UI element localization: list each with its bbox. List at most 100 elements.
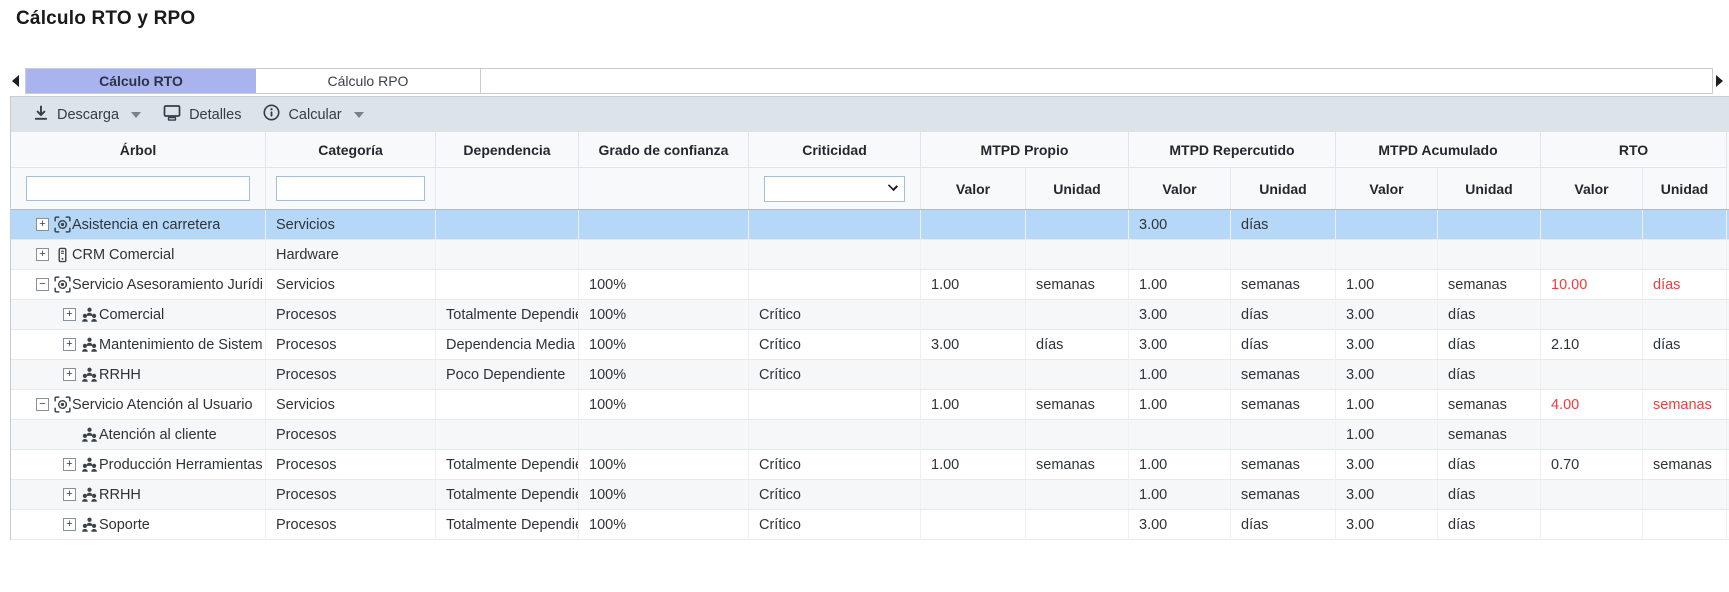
cell-criticidad: Crítico: [749, 480, 921, 509]
table-row[interactable]: +Asistencia en carreteraServicios3.00día…: [11, 210, 1729, 240]
expand-icon[interactable]: +: [36, 248, 49, 261]
cell-mtpd-repercutido-valor: 1.00: [1129, 270, 1231, 299]
tree-cell: +Producción Herramientas: [11, 450, 266, 479]
cell-mtpd-propio-unidad: [1026, 360, 1129, 389]
col-group-rto: RTO: [1541, 132, 1727, 168]
cell-mtpd-propio-unidad: [1026, 510, 1129, 539]
tree-cell: −Servicio Atención al Usuario: [11, 390, 266, 419]
expand-icon[interactable]: +: [36, 218, 49, 231]
collapse-icon[interactable]: −: [36, 278, 49, 291]
tree-node-label: Atención al cliente: [99, 427, 217, 443]
cell-mtpd-propio-valor: 1.00: [921, 270, 1026, 299]
table-row[interactable]: +Producción HerramientasProcesosTotalmen…: [11, 450, 1729, 480]
monitor-icon: [163, 104, 181, 125]
detalles-button[interactable]: Detalles: [155, 100, 249, 129]
cell-mtpd-propio-valor: [921, 240, 1026, 269]
categoria-filter-input[interactable]: [276, 176, 425, 201]
filter-cell-arbol: [11, 168, 266, 209]
cell-mtpd-repercutido-unidad: semanas: [1231, 360, 1336, 389]
cell-grado-confianza: [579, 240, 749, 269]
subheader-acum-unidad: Unidad: [1438, 168, 1541, 209]
cell-mtpd-acumulado-unidad: días: [1438, 450, 1541, 479]
cell-dependencia: [436, 210, 579, 239]
subheader-propio-unidad: Unidad: [1026, 168, 1129, 209]
cell-grado-confianza: 100%: [579, 300, 749, 329]
cell-rto-unidad: [1643, 420, 1727, 449]
table-row[interactable]: +Atención al clienteProcesos1.00semanas: [11, 420, 1729, 450]
col-header-arbol[interactable]: Árbol: [11, 132, 266, 168]
cell-grado-confianza: 100%: [579, 360, 749, 389]
table-row[interactable]: −Servicio Asesoramiento JurídicoServicio…: [11, 270, 1729, 300]
tree-node-label: Comercial: [99, 307, 164, 323]
cell-categoria: Procesos: [266, 300, 436, 329]
cell-rto-unidad: semanas: [1643, 450, 1727, 479]
filter-cell-dependencia: [436, 168, 579, 209]
expand-icon[interactable]: +: [63, 518, 76, 531]
collapse-icon[interactable]: −: [36, 398, 49, 411]
cell-mtpd-acumulado-valor: 3.00: [1336, 360, 1438, 389]
criticidad-filter-select[interactable]: [764, 176, 904, 202]
col-header-dependencia[interactable]: Dependencia: [436, 132, 579, 168]
calculation-panel: Descarga Detalles Calcular: [10, 96, 1729, 540]
cell-rto-unidad: [1643, 300, 1727, 329]
cell-categoria: Servicios: [266, 390, 436, 419]
tree-cell: +Atención al cliente: [11, 420, 266, 449]
cell-mtpd-acumulado-unidad: días: [1438, 480, 1541, 509]
col-header-categoria[interactable]: Categoría: [266, 132, 436, 168]
cell-mtpd-acumulado-unidad: días: [1438, 510, 1541, 539]
tab-calculo-rto[interactable]: Cálculo RTO: [26, 69, 256, 93]
cell-rto-valor: [1541, 420, 1643, 449]
expand-icon[interactable]: +: [63, 308, 76, 321]
table-row[interactable]: +Mantenimiento de SistemasProcesosDepend…: [11, 330, 1729, 360]
cell-grado-confianza: 100%: [579, 450, 749, 479]
cell-mtpd-acumulado-valor: [1336, 240, 1438, 269]
cell-rto-valor: [1541, 360, 1643, 389]
tree-cell: + Comercial: [11, 300, 266, 329]
cell-rto-unidad: semanas: [1643, 390, 1727, 419]
scroll-left-icon[interactable]: [8, 72, 22, 90]
cell-mtpd-propio-unidad: [1026, 480, 1129, 509]
cell-mtpd-acumulado-valor: 3.00: [1336, 480, 1438, 509]
cell-mtpd-propio-unidad: [1026, 420, 1129, 449]
calcular-button[interactable]: Calcular: [255, 100, 371, 129]
col-header-grado-confianza[interactable]: Grado de confianza: [579, 132, 749, 168]
cell-mtpd-propio-valor: 1.00: [921, 450, 1026, 479]
process-icon: [80, 306, 98, 323]
expand-icon[interactable]: +: [63, 458, 76, 471]
descarga-button[interactable]: Descarga: [25, 101, 149, 129]
table-row[interactable]: +RRHHProcesosPoco Dependiente100%Crítico…: [11, 360, 1729, 390]
table-row[interactable]: +RRHHProcesosTotalmente Dependiente100%C…: [11, 480, 1729, 510]
cell-dependencia: [436, 270, 579, 299]
col-group-mtpd-propio: MTPD Propio: [921, 132, 1129, 168]
cell-mtpd-repercutido-unidad: [1231, 240, 1336, 269]
cell-mtpd-acumulado-valor: 3.00: [1336, 330, 1438, 359]
expand-icon[interactable]: +: [63, 488, 76, 501]
cell-mtpd-propio-valor: [921, 360, 1026, 389]
table-row[interactable]: −Servicio Atención al UsuarioServicios10…: [11, 390, 1729, 420]
cell-mtpd-acumulado-unidad: [1438, 240, 1541, 269]
tree-cell: +CRM Comercial: [11, 240, 266, 269]
cell-mtpd-propio-unidad: semanas: [1026, 450, 1129, 479]
subheader-propio-valor: Valor: [921, 168, 1026, 209]
table-row[interactable]: +SoporteProcesosTotalmente Dependiente10…: [11, 510, 1729, 540]
cell-dependencia: Totalmente Dependiente: [436, 510, 579, 539]
cell-mtpd-acumulado-valor: 1.00: [1336, 390, 1438, 419]
cell-mtpd-propio-valor: 1.00: [921, 390, 1026, 419]
table-row[interactable]: +ComercialProcesosTotalmente Dependiente…: [11, 300, 1729, 330]
cell-dependencia: Totalmente Dependiente: [436, 480, 579, 509]
subheader-reperc-valor: Valor: [1129, 168, 1231, 209]
cell-mtpd-propio-valor: [921, 480, 1026, 509]
expand-icon[interactable]: +: [63, 368, 76, 381]
tab-calculo-rpo[interactable]: Cálculo RPO: [256, 69, 481, 93]
cell-rto-valor: 10.00: [1541, 270, 1643, 299]
cell-dependencia: [436, 420, 579, 449]
cell-rto-unidad: [1643, 210, 1727, 239]
arbol-filter-input[interactable]: [26, 176, 250, 201]
subheader-acum-valor: Valor: [1336, 168, 1438, 209]
process-icon: [80, 426, 98, 443]
expand-icon[interactable]: +: [63, 338, 76, 351]
cell-categoria: Servicios: [266, 210, 436, 239]
scroll-right-icon[interactable]: [1712, 72, 1726, 90]
col-header-criticidad[interactable]: Criticidad: [749, 132, 921, 168]
table-row[interactable]: +CRM ComercialHardware: [11, 240, 1729, 270]
